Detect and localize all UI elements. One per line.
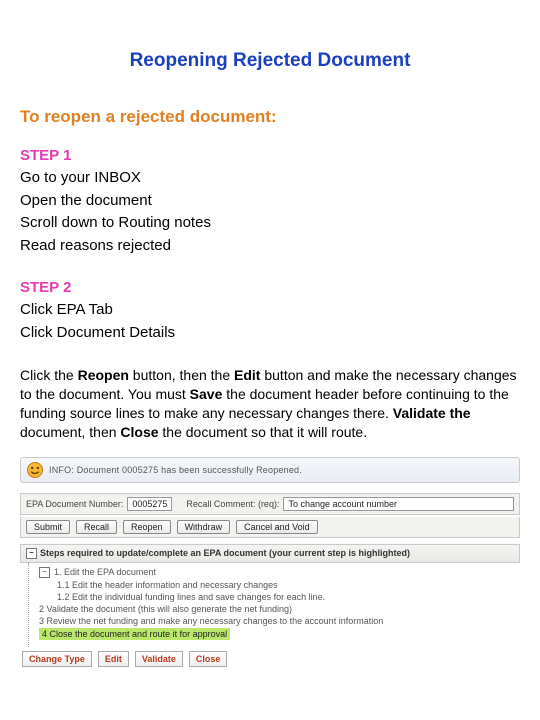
tree-item: − 1. Edit the EPA document	[39, 566, 520, 579]
step-1-line: Open the document	[20, 190, 520, 213]
recall-button[interactable]: Recall	[76, 520, 117, 534]
withdraw-button[interactable]: Withdraw	[177, 520, 231, 534]
close-button[interactable]: Close	[189, 651, 228, 667]
docnum-field[interactable]: 0005275	[127, 497, 172, 511]
step-2-line: Click Document Details	[20, 322, 520, 345]
para-text: button, then the	[129, 367, 234, 383]
collapse-icon[interactable]: −	[39, 567, 50, 578]
step-2-line: Click EPA Tab	[20, 299, 520, 322]
step-1-line: Scroll down to Routing notes	[20, 212, 520, 235]
para-text: the document so that it will route.	[159, 424, 368, 440]
instruction-paragraph: Click the Reopen button, then the Edit b…	[20, 366, 520, 442]
para-bold: Edit	[234, 367, 260, 383]
tree-item: 1.2 Edit the individual funding lines an…	[57, 591, 520, 603]
para-bold: Reopen	[78, 367, 129, 383]
step-1-line: Go to your INBOX	[20, 167, 520, 190]
recall-label: Recall Comment: (req):	[186, 499, 279, 509]
para-text: Click the	[20, 367, 78, 383]
section-subtitle: To reopen a rejected document:	[20, 107, 520, 127]
info-text: INFO: Document 0005275 has been successf…	[49, 465, 302, 475]
form-row-docnum: EPA Document Number: 0005275 Recall Comm…	[20, 493, 520, 515]
tree-text: 1. Edit the EPA document	[54, 567, 156, 577]
tree-text: 1.1 Edit the header information and nece…	[57, 580, 278, 590]
info-bar: INFO: Document 0005275 has been successf…	[20, 457, 520, 483]
steps-header: − Steps required to update/complete an E…	[20, 544, 520, 563]
para-bold: Save	[190, 386, 223, 402]
steps-tree: − 1. Edit the EPA document 1.1 Edit the …	[28, 563, 520, 647]
edit-button[interactable]: Edit	[98, 651, 129, 667]
button-row: Submit Recall Reopen Withdraw Cancel and…	[20, 517, 520, 538]
step-1-line: Read reasons rejected	[20, 235, 520, 258]
collapse-icon[interactable]: −	[26, 548, 37, 559]
tree-text: 1.2 Edit the individual funding lines an…	[57, 592, 325, 602]
tree-text-highlight: 4 Close the document and route it for ap…	[39, 628, 230, 640]
validate-button[interactable]: Validate	[135, 651, 183, 667]
steps-header-text: Steps required to update/complete an EPA…	[40, 548, 410, 558]
tree-item: 1.1 Edit the header information and nece…	[57, 579, 520, 591]
docnum-label: EPA Document Number:	[26, 499, 123, 509]
submit-button[interactable]: Submit	[26, 520, 70, 534]
tree-item-highlighted: 4 Close the document and route it for ap…	[39, 627, 520, 641]
para-text: document, then	[20, 424, 120, 440]
para-bold: Close	[120, 424, 158, 440]
change-type-button[interactable]: Change Type	[22, 651, 92, 667]
recall-field[interactable]: To change account number	[283, 497, 514, 511]
tree-item: 3 Review the net funding and make any ne…	[39, 615, 520, 627]
cancel-void-button[interactable]: Cancel and Void	[236, 520, 318, 534]
step-2-label: STEP 2	[20, 279, 520, 296]
screenshot-mock: INFO: Document 0005275 has been successf…	[20, 457, 520, 667]
tree-text: 2 Validate the document (this will also …	[39, 604, 292, 614]
smiley-icon	[27, 462, 43, 478]
step-1-block: STEP 1 Go to your INBOX Open the documen…	[20, 147, 520, 257]
reopen-button[interactable]: Reopen	[123, 520, 171, 534]
step-2-block: STEP 2 Click EPA Tab Click Document Deta…	[20, 279, 520, 344]
bottom-button-row: Change Type Edit Validate Close	[20, 647, 520, 667]
step-1-label: STEP 1	[20, 147, 520, 164]
para-bold: Validate the	[393, 405, 471, 421]
tree-text: 3 Review the net funding and make any ne…	[39, 616, 383, 626]
tree-item: 2 Validate the document (this will also …	[39, 603, 520, 615]
page-title: Reopening Rejected Document	[20, 50, 520, 72]
